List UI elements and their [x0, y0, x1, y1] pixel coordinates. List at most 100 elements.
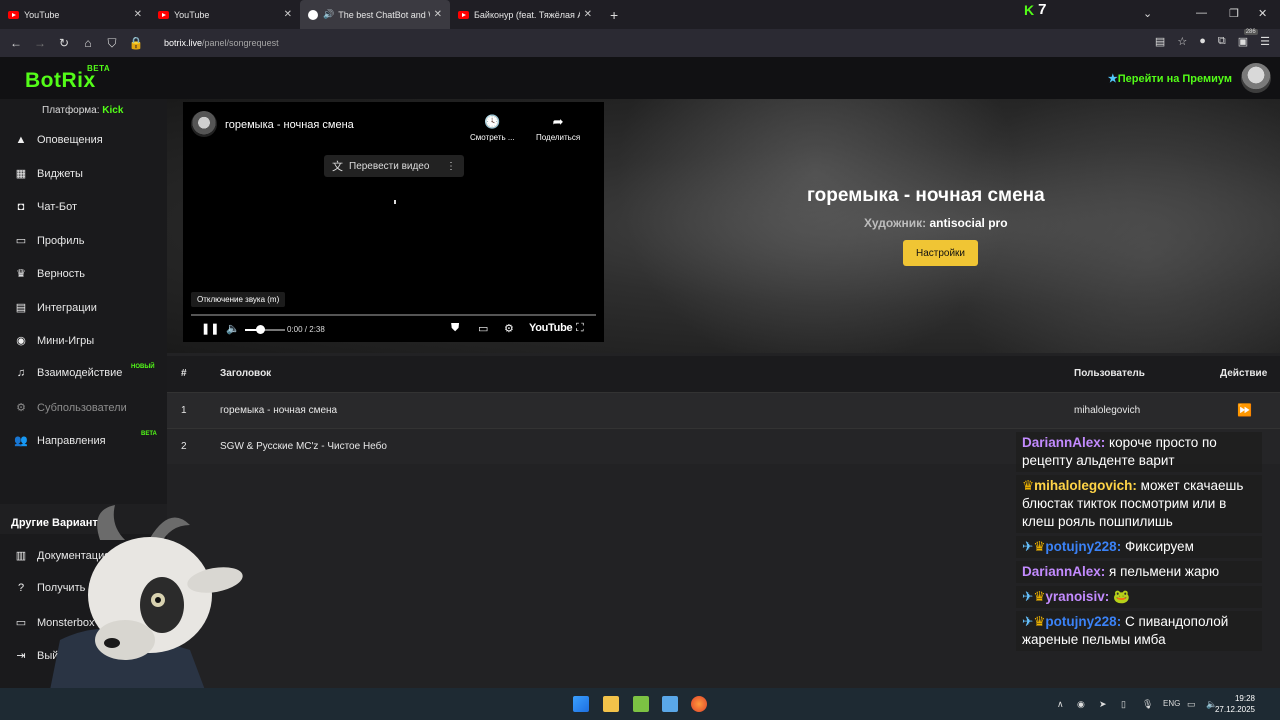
youtube-logo[interactable]: YouTube [529, 322, 573, 334]
share-button[interactable]: ➦ Поделиться [536, 114, 580, 142]
close-window-icon[interactable]: ✕ [1258, 7, 1267, 20]
maximize-icon[interactable]: ❐ [1229, 7, 1239, 20]
forward-icon[interactable]: → [28, 36, 52, 50]
back-icon[interactable]: ← [4, 36, 28, 50]
system-clock[interactable]: 19:28 27.12.2025 [1215, 693, 1255, 715]
browser-tab[interactable]: YouTube ✕ [0, 0, 150, 29]
lock-icon[interactable]: 🔒 [124, 36, 148, 50]
sidebar-item-interaction[interactable]: ♫ Взаимодействие [14, 367, 123, 379]
gear-icon: ⚙ [16, 402, 26, 414]
progress-bar[interactable] [191, 314, 596, 316]
home-icon[interactable]: ⌂ [76, 36, 100, 50]
volume-icon[interactable]: 🔈 [226, 322, 240, 335]
botrix-favicon-icon [308, 9, 318, 20]
menu-icon[interactable]: ☰ [1260, 35, 1270, 48]
avatar[interactable] [1241, 63, 1271, 93]
music-icon: ♫ [16, 367, 26, 379]
translate-label: Перевести видео [349, 160, 430, 172]
extension-icon[interactable]: ▣ 286 [1238, 29, 1258, 48]
volume-knob[interactable] [256, 325, 265, 334]
clock-icon: 🕓 [484, 114, 501, 129]
new-tab-icon[interactable]: + [610, 7, 618, 23]
sidebar-item-directions[interactable]: 👥 Направления [14, 434, 105, 448]
logo-beta-badge: BETA [87, 64, 111, 73]
address-bar[interactable]: botrix.live/panel/songrequest [164, 38, 279, 48]
mute-tooltip: Отключение звука (m) [191, 292, 286, 307]
pin-icon: ✈ [1022, 539, 1034, 554]
settings-gear-icon[interactable]: ⚙ [504, 322, 514, 335]
firefox-icon[interactable] [691, 696, 707, 712]
subtitles-icon[interactable]: ▭ [478, 322, 488, 335]
close-tab-icon[interactable]: ✕ [284, 9, 292, 20]
sidebar-item-label: Взаимодействие [37, 367, 123, 379]
sidebar-item-alerts[interactable]: ▲ Оповещения [14, 134, 103, 146]
server-icon: ▤ [15, 302, 27, 314]
reader-view-icon[interactable]: ▤ [1155, 35, 1165, 48]
sidebar-item-chatbot[interactable]: ◘ Чат-Бот [14, 201, 77, 213]
settings-button[interactable]: Настройки [903, 240, 978, 266]
sidebar-item-loyalty[interactable]: ♛ Верность [14, 267, 85, 281]
tab-label: YouTube [174, 9, 210, 20]
chat-nick: DariannAlex [1022, 435, 1101, 450]
windows-taskbar: ∧ ◉ ➤ ▯ 🎙 ENG ▭ 🔈 19:28 27.12.2025 [0, 688, 1280, 720]
table-row[interactable]: 1 горемыка - ночная смена mihalolegovich… [167, 392, 1280, 428]
account-icon[interactable]: ● [1199, 35, 1206, 48]
url-host: botrix.live [164, 38, 203, 48]
crown-icon: ♛ [1033, 589, 1046, 604]
sidebar-item-integrations[interactable]: ▤ Интеграции [14, 301, 97, 315]
extensions-icon[interactable]: ⧉ [1218, 35, 1226, 48]
network-icon[interactable]: ▭ [1187, 699, 1196, 710]
row-num: 2 [181, 441, 187, 452]
notepad-plus-icon[interactable] [633, 696, 649, 712]
chat-text: я пельмени жарю [1109, 564, 1220, 579]
sidebar-item-minigames[interactable]: ◉ Мини-Игры [14, 334, 94, 348]
chat-nick: potujny228 [1045, 539, 1117, 554]
youtube-player[interactable]: горемыка - ночная смена 🕓 Смотреть ... ➦ П… [183, 102, 604, 342]
trophy-icon: ♛ [16, 268, 26, 280]
file-explorer-icon[interactable] [603, 696, 619, 712]
browser-tab-active[interactable]: 🔊 The best ChatBot and Widg ✕ [300, 0, 450, 29]
close-tab-icon[interactable]: ✕ [434, 9, 442, 20]
fullscreen-icon[interactable]: ⛶ [576, 322, 584, 335]
bookmark-star-icon[interactable]: ☆ [1177, 35, 1187, 48]
language-indicator[interactable]: ENG [1163, 699, 1180, 708]
sidebar-item-subusers[interactable]: ⚙ Субпользователи [14, 401, 127, 415]
channel-avatar[interactable] [191, 111, 217, 137]
browser-tab[interactable]: Байконур (feat. Тяжёлая Атлет ✕ [450, 0, 600, 29]
botrix-logo[interactable]: BotRix BETA [25, 64, 110, 93]
notepad-icon[interactable] [662, 696, 678, 712]
speaker-icon[interactable]: 🔊 [323, 9, 334, 20]
windows-start-icon[interactable] [573, 696, 589, 712]
tray-chevron-icon[interactable]: ∧ [1057, 699, 1064, 710]
reload-icon[interactable]: ↻ [52, 36, 76, 50]
shield-play-icon[interactable]: ⛊ [451, 322, 459, 335]
microphone-icon[interactable]: 🎙 [1142, 699, 1153, 710]
volume-slider[interactable] [245, 329, 285, 331]
telegram-icon[interactable]: ➤ [1099, 699, 1107, 710]
now-playing-hero: горемыка - ночная смена 🕓 Смотреть ... ➦ П… [167, 99, 1280, 353]
tab-list-icon[interactable]: ⌄ [1143, 7, 1152, 20]
steam-icon[interactable]: ◉ [1077, 699, 1085, 710]
more-icon[interactable]: ⋮ [446, 161, 456, 172]
warning-icon: ▲ [15, 134, 27, 146]
video-title[interactable]: горемыка - ночная смена [225, 119, 354, 131]
close-tab-icon[interactable]: ✕ [134, 9, 142, 20]
close-tab-icon[interactable]: ✕ [584, 9, 592, 20]
platform-value: Kick [102, 105, 124, 116]
sidebar-item-widgets[interactable]: ▦ Виджеты [14, 167, 83, 181]
col-user: Пользователь [1074, 368, 1145, 379]
premium-link[interactable]: ★Перейти на Премиум [1108, 72, 1232, 85]
beta-badge: BETA [141, 431, 157, 437]
sidebar-item-profile[interactable]: ▭ Профиль [14, 234, 85, 248]
browser-tab[interactable]: YouTube ✕ [150, 0, 300, 29]
minimize-icon[interactable]: — [1196, 7, 1207, 19]
logo-text: BotRix [25, 69, 96, 92]
translate-video-button[interactable]: 文 Перевести видео ⋮ [324, 155, 464, 177]
shield-icon[interactable]: ⛉ [100, 36, 124, 51]
kick-icon: K [1024, 1, 1035, 18]
logout-icon: ⇥ [16, 650, 26, 662]
battery-icon[interactable]: ▯ [1121, 699, 1126, 710]
pause-icon[interactable]: ❚❚ [201, 322, 219, 335]
skip-icon[interactable]: ⏩ [1237, 403, 1252, 417]
watch-later-button[interactable]: 🕓 Смотреть ... [470, 114, 515, 142]
